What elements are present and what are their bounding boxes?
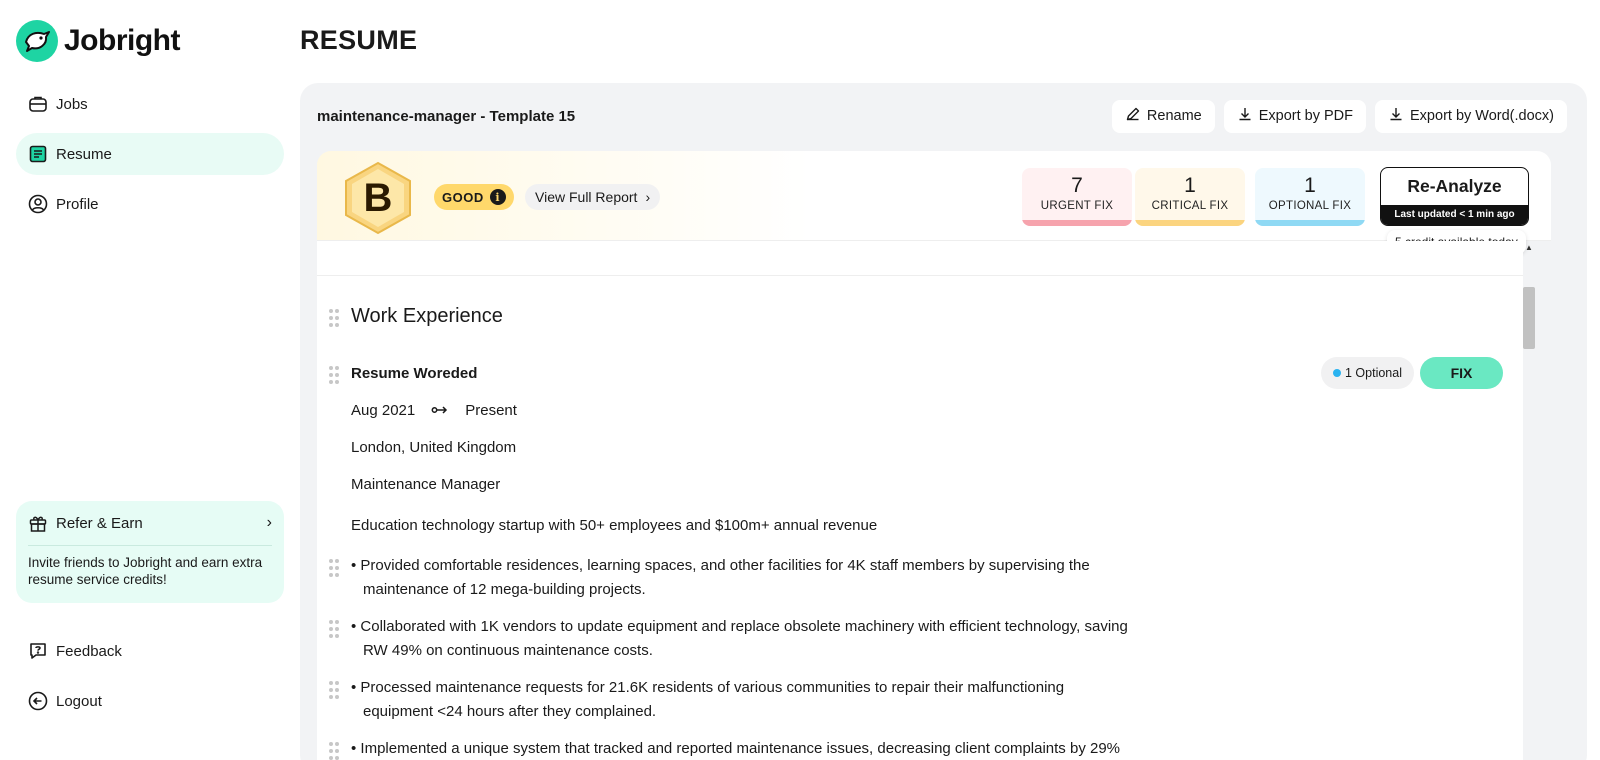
date-range[interactable]: Aug 2021 Present bbox=[351, 402, 517, 419]
section-title[interactable]: Work Experience bbox=[351, 305, 503, 328]
drag-handle-icon[interactable] bbox=[329, 620, 339, 638]
download-icon bbox=[1237, 106, 1253, 126]
optional-suggestion-badge[interactable]: 1 Optional bbox=[1321, 357, 1414, 389]
date-range-arrow-icon bbox=[431, 402, 449, 419]
re-analyze-button[interactable]: Re-Analyze Last updated < 1 min ago bbox=[1380, 167, 1529, 226]
drag-handle-icon[interactable] bbox=[329, 559, 339, 577]
view-full-report-button[interactable]: View Full Report › bbox=[525, 184, 661, 210]
bullet-text: Processed maintenance requests for 21.6K… bbox=[360, 679, 1065, 720]
resume-editor: g Work Experience Resume Woreded 1 Optio… bbox=[317, 241, 1523, 760]
rating-label: GOOD bbox=[442, 189, 484, 205]
divider bbox=[28, 545, 272, 546]
sidebar-item-label: Resume bbox=[56, 145, 112, 163]
export-word-button[interactable]: Export by Word(.docx) bbox=[1375, 99, 1567, 133]
optional-fix-label: OPTIONAL FIX bbox=[1268, 200, 1352, 212]
bullet-item[interactable]: • Processed maintenance requests for 21.… bbox=[351, 676, 1131, 724]
bullet-item[interactable]: • Implemented a unique system that track… bbox=[351, 737, 1131, 760]
sidebar-item-feedback[interactable]: Feedback bbox=[16, 630, 284, 672]
sidebar-item-label: Jobs bbox=[56, 95, 88, 113]
bullet-item[interactable]: • Collaborated with 1K vendors to update… bbox=[351, 615, 1131, 663]
sidebar-item-resume[interactable]: Resume bbox=[16, 133, 284, 175]
chevron-right-icon: › bbox=[266, 514, 272, 531]
rename-label: Rename bbox=[1146, 108, 1202, 124]
re-analyze-label: Re-Analyze bbox=[1407, 176, 1502, 196]
scroll-thumb[interactable] bbox=[1523, 287, 1535, 349]
export-pdf-button[interactable]: Export by PDF bbox=[1223, 99, 1367, 133]
brand-name: Jobright bbox=[64, 24, 181, 57]
view-report-label: View Full Report bbox=[535, 189, 638, 205]
job-title[interactable]: Maintenance Manager bbox=[351, 476, 500, 493]
fix-button[interactable]: FIX bbox=[1420, 357, 1503, 389]
resume-file-name: maintenance-manager - Template 15 bbox=[317, 107, 576, 125]
critical-fix-card[interactable]: 1 CRITICAL FIX bbox=[1135, 168, 1245, 226]
grade-letter: B bbox=[363, 175, 393, 220]
bird-logo-icon bbox=[16, 20, 58, 62]
logout-icon bbox=[28, 691, 48, 711]
sidebar-item-logout[interactable]: Logout bbox=[16, 680, 284, 722]
status-dot-icon bbox=[1333, 369, 1341, 377]
refer-earn-card[interactable]: Refer & Earn › Invite friends to Jobrigh… bbox=[16, 501, 284, 603]
critical-fix-strip bbox=[1135, 220, 1245, 226]
download-icon bbox=[1388, 106, 1404, 126]
urgent-fix-card[interactable]: 7 URGENT FIX bbox=[1022, 168, 1132, 226]
optional-fix-strip bbox=[1255, 220, 1365, 226]
sidebar-item-label: Profile bbox=[56, 195, 99, 213]
sidebar-nav: Jobs Resume Profile bbox=[16, 83, 284, 233]
export-pdf-label: Export by PDF bbox=[1258, 108, 1354, 124]
bullet-text: Provided comfortable residences, learnin… bbox=[360, 557, 1090, 598]
critical-fix-label: CRITICAL FIX bbox=[1151, 200, 1229, 212]
sidebar-item-profile[interactable]: Profile bbox=[16, 183, 284, 225]
export-word-label: Export by Word(.docx) bbox=[1410, 108, 1554, 124]
question-icon bbox=[28, 641, 48, 661]
sidebar-item-jobs[interactable]: Jobs bbox=[16, 83, 284, 125]
company-name[interactable]: Resume Woreded bbox=[351, 365, 477, 382]
gift-icon bbox=[28, 513, 48, 533]
sidebar: Jobright Jobs Resume Profile Refer & Ear… bbox=[0, 0, 296, 760]
info-icon: i bbox=[489, 189, 506, 205]
optional-fix-count: 1 bbox=[1304, 174, 1316, 197]
sidebar-bottom-nav: Feedback Logout bbox=[16, 630, 284, 730]
critical-fix-count: 1 bbox=[1184, 174, 1196, 197]
drag-handle-icon[interactable] bbox=[329, 681, 339, 699]
end-date[interactable]: Present bbox=[465, 402, 517, 419]
panel-header: maintenance-manager - Template 15 Rename bbox=[317, 99, 1567, 133]
job-location[interactable]: London, United Kingdom bbox=[351, 439, 516, 456]
page-title: RESUME bbox=[300, 25, 418, 55]
company-description[interactable]: Education technology startup with 50+ em… bbox=[351, 517, 877, 534]
drag-handle-icon[interactable] bbox=[329, 309, 339, 327]
briefcase-icon bbox=[28, 94, 48, 114]
refer-title: Refer & Earn bbox=[56, 514, 143, 532]
chevron-right-icon: › bbox=[645, 189, 651, 205]
sidebar-item-label: Feedback bbox=[56, 642, 122, 660]
optional-fix-card[interactable]: 1 OPTIONAL FIX bbox=[1255, 168, 1365, 226]
section-divider bbox=[317, 275, 1523, 276]
app-root: Jobright Jobs Resume Profile Refer & Ear… bbox=[0, 0, 1600, 760]
brand-logo[interactable]: Jobright bbox=[16, 20, 181, 62]
editor-scrollbar[interactable]: ▲ ▼ bbox=[1522, 241, 1536, 760]
drag-handle-icon[interactable] bbox=[329, 366, 339, 384]
user-circle-icon bbox=[28, 194, 48, 214]
rename-button[interactable]: Rename bbox=[1111, 99, 1215, 133]
bullet-text: Implemented a unique system that tracked… bbox=[360, 740, 1121, 757]
resume-panel: maintenance-manager - Template 15 Rename bbox=[300, 83, 1587, 760]
grade-badge: B bbox=[343, 161, 413, 235]
header-actions: Rename Export by PDF Export by Word(.doc… bbox=[1111, 99, 1567, 133]
sidebar-item-label: Logout bbox=[56, 692, 102, 710]
urgent-fix-strip bbox=[1022, 220, 1132, 226]
last-updated-text: Last updated < 1 min ago bbox=[1381, 205, 1528, 225]
urgent-fix-label: URGENT FIX bbox=[1040, 200, 1114, 212]
pencil-icon bbox=[1125, 106, 1141, 126]
urgent-fix-count: 7 bbox=[1071, 174, 1083, 197]
start-date[interactable]: Aug 2021 bbox=[351, 402, 415, 419]
bullet-text: Collaborated with 1K vendors to update e… bbox=[360, 618, 1128, 659]
bullet-item[interactable]: • Provided comfortable residences, learn… bbox=[351, 554, 1131, 602]
optional-badge-label: 1 Optional bbox=[1345, 366, 1402, 380]
rating-badge[interactable]: GOOD i bbox=[434, 184, 514, 210]
document-icon bbox=[28, 144, 48, 164]
drag-handle-icon[interactable] bbox=[329, 742, 339, 760]
refer-description: Invite friends to Jobright and earn extr… bbox=[28, 555, 263, 587]
scroll-up-arrow-icon[interactable]: ▲ bbox=[1524, 243, 1534, 253]
resume-score-bar: B GOOD i View Full Report › 7 URGENT FIX… bbox=[317, 151, 1551, 254]
